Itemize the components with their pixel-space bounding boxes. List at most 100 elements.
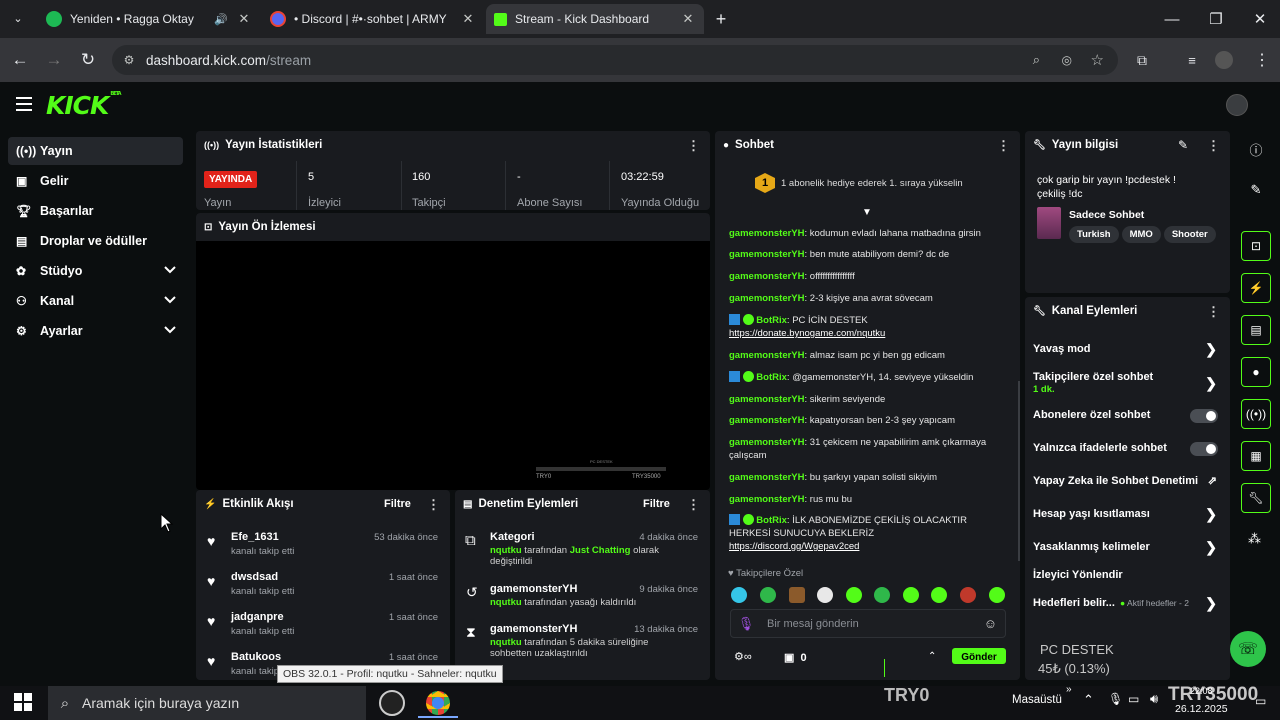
chat-username[interactable]: gamemonsterYH [729, 293, 805, 304]
close-icon[interactable]: ✕ [460, 11, 476, 27]
emote-icon[interactable] [789, 587, 805, 603]
omnibox[interactable]: ⚙ dashboard.kick.com /stream ⌕ ◎ ☆ [112, 45, 1118, 75]
microphone-icon[interactable]: 🎙︎ [731, 616, 761, 632]
chat-link[interactable]: https://discord.gg/Wgepav2ced [729, 541, 859, 552]
obs-taskbar-icon[interactable] [379, 690, 405, 716]
browser-menu-icon[interactable]: ⋮ [1248, 46, 1276, 74]
sidebar-item-studyo[interactable]: ✿ Stüdyo [8, 257, 183, 285]
site-info-icon[interactable]: ⚙ [112, 53, 146, 67]
moderation-shortcut-icon[interactable]: ▤ [1241, 315, 1271, 345]
more-options-icon[interactable]: ⋮ [997, 138, 1010, 154]
forward-button[interactable]: → [40, 46, 68, 74]
category-thumbnail[interactable] [1037, 207, 1061, 239]
user-avatar[interactable] [1226, 94, 1248, 116]
restore-button[interactable]: ❐ [1196, 6, 1236, 32]
activity-shortcut-icon[interactable]: ⚡ [1241, 273, 1271, 303]
more-options-icon[interactable]: ⋮ [687, 138, 700, 154]
more-options-icon[interactable]: ⋮ [687, 497, 700, 513]
scroll-down-icon[interactable]: ▼ [862, 207, 872, 218]
windows-start-icon[interactable] [14, 693, 32, 711]
back-button[interactable]: ← [6, 46, 34, 74]
chevron-up-icon[interactable]: ⌃ [928, 651, 936, 662]
speaker-icon[interactable]: 🔊 [214, 13, 228, 26]
filter-button[interactable]: Filtre [384, 498, 411, 510]
emote-icon[interactable] [731, 587, 747, 603]
minimize-button[interactable]: — [1152, 6, 1192, 32]
follower-name[interactable]: jadganpre [231, 611, 284, 623]
star-icon[interactable]: ☆ [1091, 51, 1104, 69]
chat-username[interactable]: gamemonsterYH [729, 415, 805, 426]
filter-button[interactable]: Filtre [643, 498, 670, 510]
tab-spotify[interactable]: Yeniden • Ragga Oktay 🔊 ✕ [38, 4, 260, 34]
sidebar-item-gelir[interactable]: ▣ Gelir [8, 167, 183, 195]
chat-username[interactable]: BotRix [756, 315, 787, 326]
sidebar-item-droplar[interactable]: ▤ Droplar ve ödüller [8, 227, 183, 255]
chat-username[interactable]: gamemonsterYH [729, 249, 805, 260]
chat-settings-icon[interactable]: ⚙∞ [734, 650, 752, 663]
support-chat-icon[interactable]: ☏ [1230, 631, 1266, 667]
more-options-icon[interactable]: ⋮ [1207, 138, 1220, 154]
add-widget-icon[interactable]: ⁂ [1248, 531, 1261, 547]
emote-icon[interactable] [817, 587, 833, 603]
zoom-icon[interactable]: ⌕ [1033, 52, 1040, 68]
info-icon[interactable]: ⓘ [1248, 141, 1264, 158]
clock-time[interactable]: 22:08 [1190, 686, 1213, 696]
hamburger-menu-icon[interactable] [16, 97, 32, 111]
emote-icon[interactable] [989, 587, 1005, 603]
chat-username[interactable]: gamemonsterYH [729, 494, 805, 505]
wrench-shortcut-icon[interactable]: 🔧︎ [1241, 483, 1271, 513]
tray-up-icon[interactable]: ⌃ [1083, 692, 1094, 708]
tag[interactable]: Turkish [1069, 226, 1119, 243]
tag[interactable]: Shooter [1163, 226, 1216, 243]
follower-name[interactable]: Efe_1631 [231, 531, 279, 543]
subscribers-only-row[interactable]: Abonelere özel sohbet [1033, 409, 1223, 425]
edit-icon[interactable]: ✎ [1248, 182, 1264, 198]
chat-username[interactable]: BotRix [756, 372, 787, 383]
close-window-button[interactable]: ✕ [1240, 6, 1280, 32]
info-shortcut-icon[interactable]: ▦ [1241, 441, 1271, 471]
chat-username[interactable]: gamemonsterYH [729, 437, 805, 448]
tag[interactable]: MMO [1121, 226, 1161, 243]
volume-icon[interactable]: 🔊︎ [1150, 691, 1158, 707]
tab-kick[interactable]: Stream - Kick Dashboard ✕ [486, 4, 704, 34]
edit-icon[interactable]: ✎ [1178, 138, 1188, 152]
more-options-icon[interactable]: ⋮ [427, 497, 440, 513]
emote-icon[interactable] [931, 587, 947, 603]
chat-link[interactable]: https://donate.bynogame.com/nqutku [729, 328, 885, 339]
actor-name[interactable]: nqutku [490, 637, 522, 648]
followers-only-row[interactable]: Takipçilere özel sohbet 1 dk. ❯ [1033, 371, 1223, 397]
emote-icon[interactable] [760, 587, 776, 603]
chat-scrollbar[interactable] [1018, 381, 1020, 561]
tab-discord[interactable]: • Discord | #•·sohbet | ARMY ✕ [262, 4, 484, 34]
new-tab-button[interactable]: + [709, 7, 733, 31]
send-button[interactable]: Gönder [952, 648, 1006, 664]
actor-name[interactable]: nqutku [490, 597, 522, 608]
microphone-tray-icon[interactable]: 🎙︎ [1108, 692, 1123, 706]
preview-shortcut-icon[interactable]: ⊡ [1241, 231, 1271, 261]
goals-row[interactable]: Hedefleri belir... ● Aktif hedefler - 2 … [1033, 595, 1223, 613]
chat-shortcut-icon[interactable]: ● [1241, 357, 1271, 387]
network-icon[interactable]: ▭ [1128, 692, 1139, 706]
extensions-icon[interactable]: ⧉ [1128, 46, 1156, 74]
tab-search-button[interactable]: ⌄ [8, 8, 28, 28]
category-name[interactable]: Sadece Sohbet [1069, 209, 1144, 221]
eye-off-icon[interactable]: ◎ [1062, 53, 1072, 67]
broadcast-shortcut-icon[interactable]: ((•)) [1241, 399, 1271, 429]
sidebar-item-kanal[interactable]: ⚇ Kanal [8, 287, 183, 315]
notification-icon[interactable]: ▭ [1255, 694, 1266, 708]
chrome-taskbar-icon[interactable] [426, 691, 450, 715]
media-control-icon[interactable]: ≡ [1178, 46, 1206, 74]
chat-username[interactable]: gamemonsterYH [729, 350, 805, 361]
chat-username[interactable]: gamemonsterYH [729, 472, 805, 483]
actor-name[interactable]: nqutku [490, 545, 522, 556]
reload-button[interactable]: ↻ [74, 46, 102, 74]
account-age-row[interactable]: Hesap yaşı kısıtlaması ❯ [1033, 506, 1223, 524]
taskbar-chevron-icon[interactable]: » [1066, 684, 1072, 695]
banned-words-row[interactable]: Yasaklanmış kelimeler ❯ [1033, 539, 1223, 557]
taskbar-search[interactable]: ⌕ Aramak için buraya yazın [48, 686, 366, 720]
emotes-only-row[interactable]: Yalnızca ifadelerle sohbet [1033, 442, 1223, 458]
sidebar-item-basarilar[interactable]: 🏆︎ Başarılar [8, 197, 183, 225]
raid-row[interactable]: İzleyici Yönlendir [1033, 569, 1223, 585]
chat-username[interactable]: gamemonsterYH [729, 394, 805, 405]
subscribers-only-toggle[interactable] [1190, 409, 1218, 423]
